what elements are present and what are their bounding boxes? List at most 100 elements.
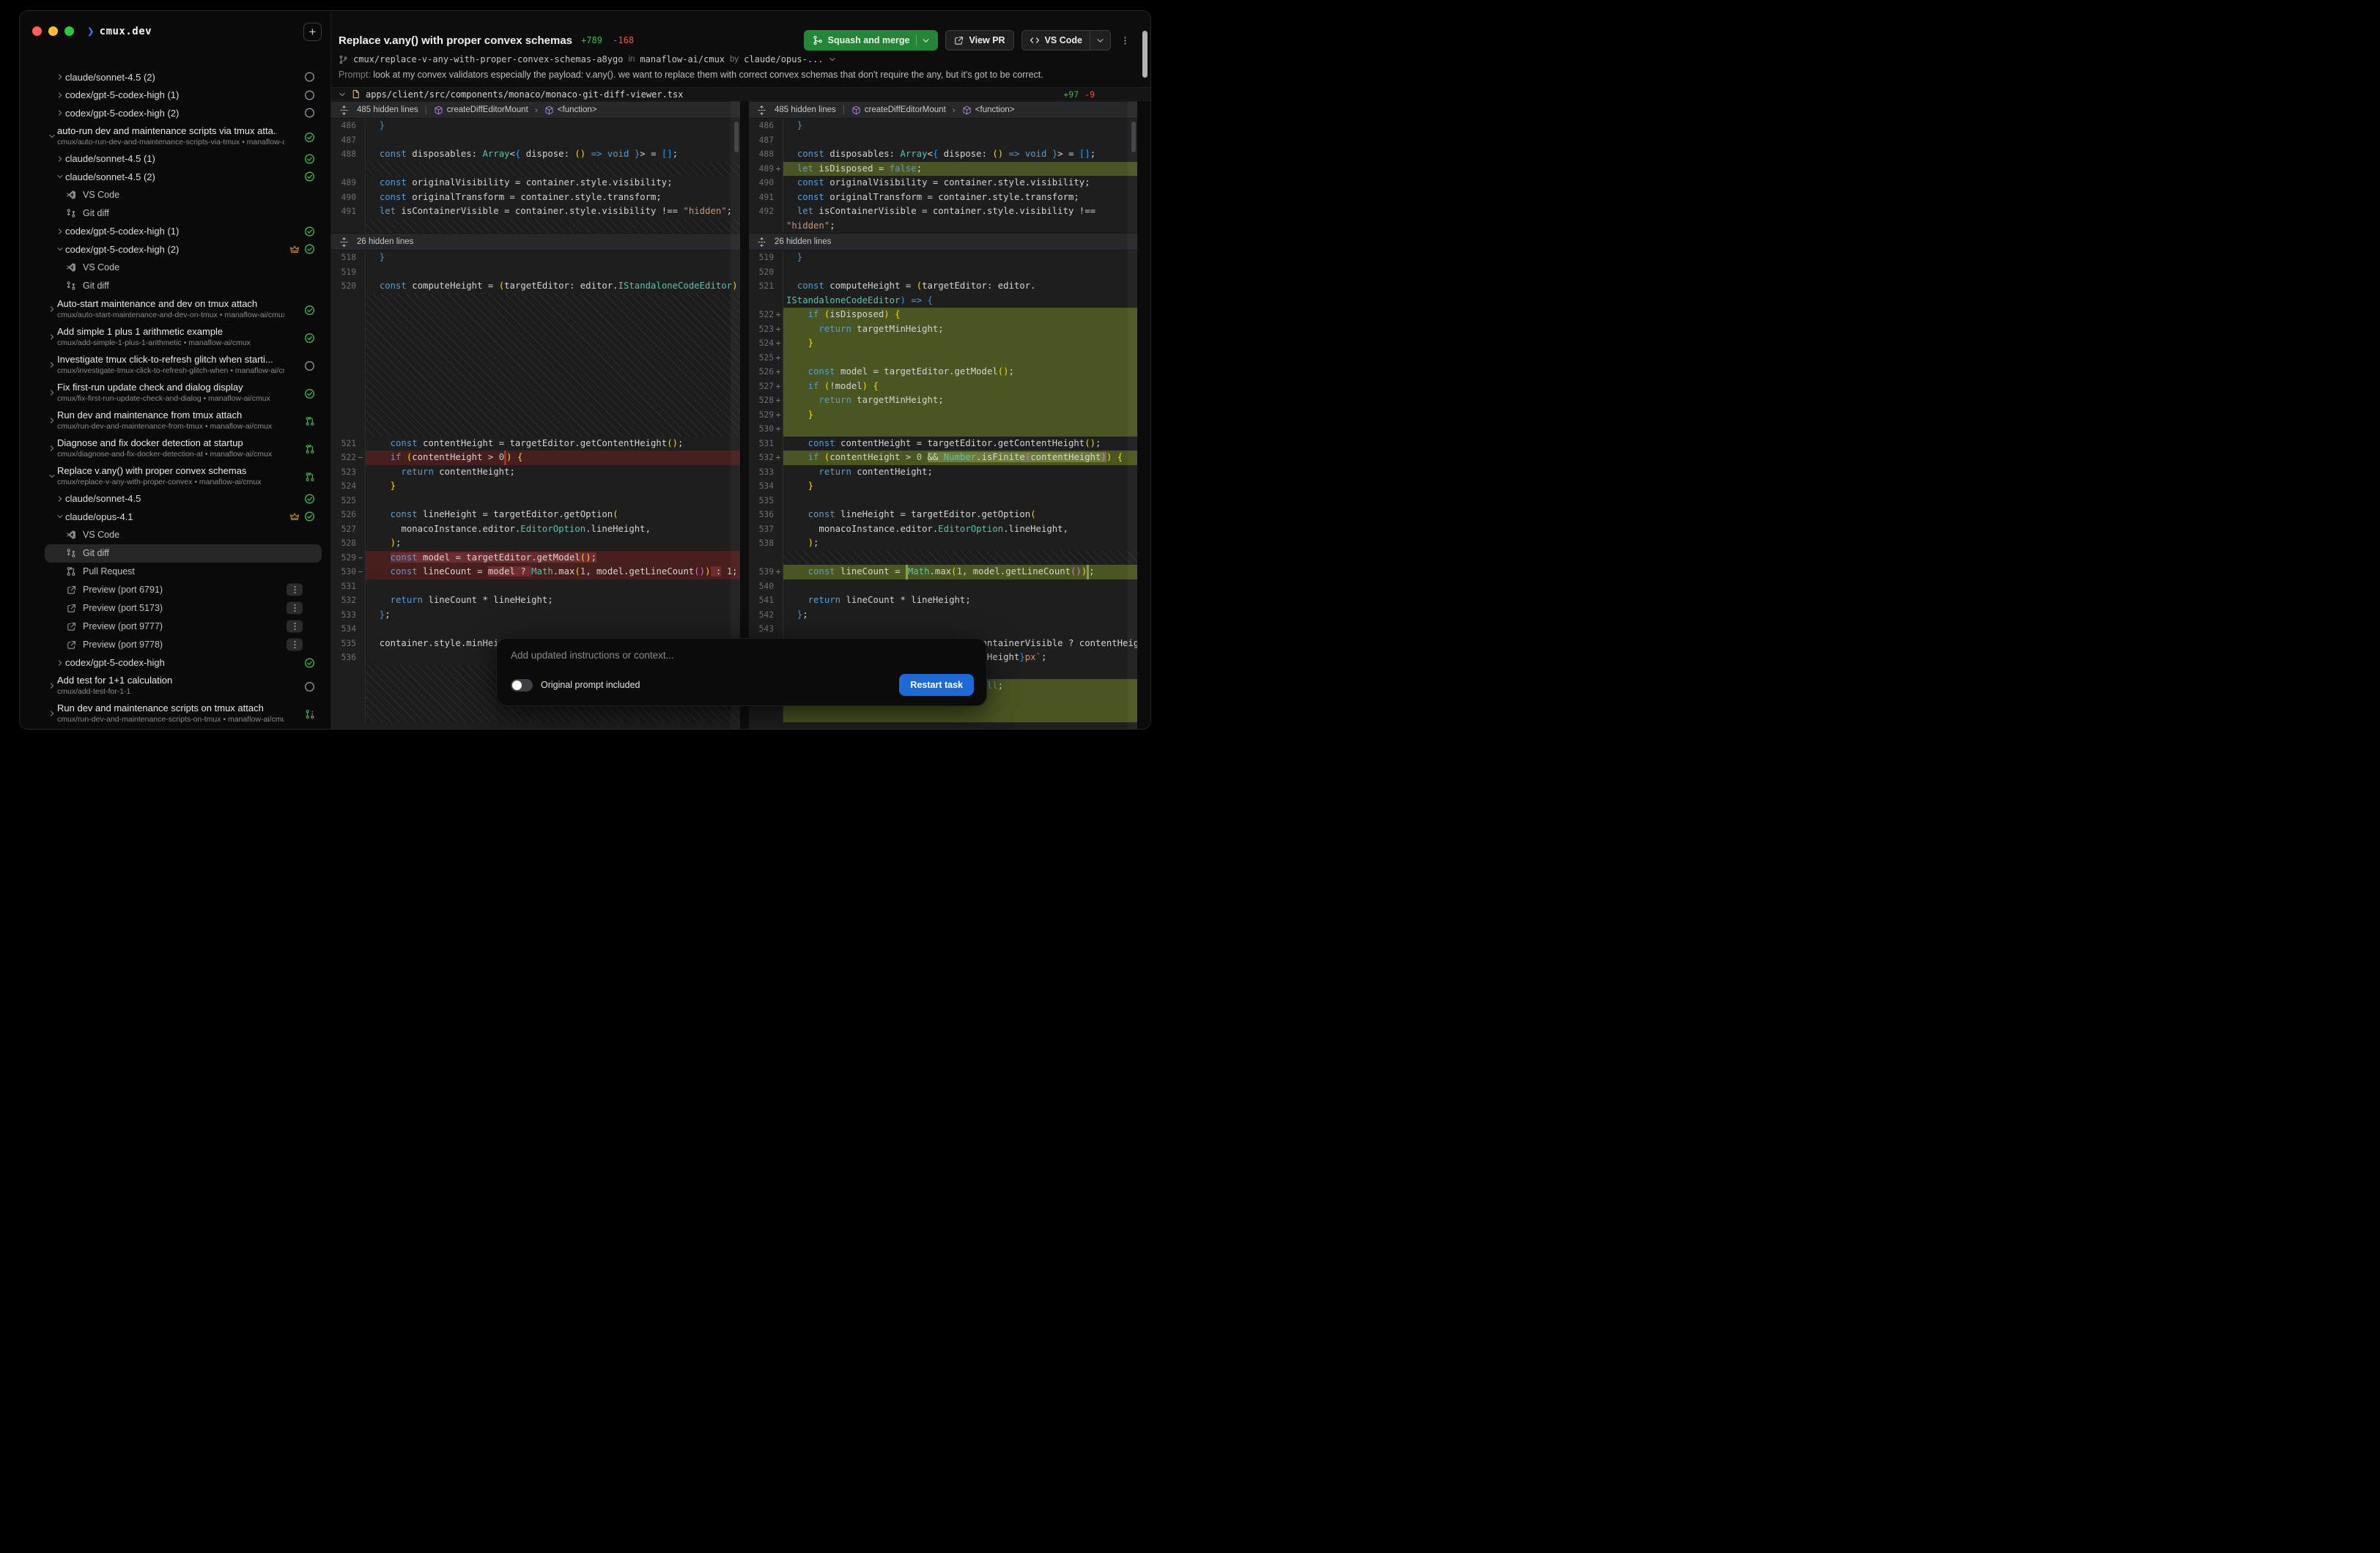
- window-scrollbar-track[interactable]: [1137, 101, 1150, 729]
- more-options-button[interactable]: [287, 584, 303, 596]
- chevron-down-icon[interactable]: [56, 513, 64, 520]
- close-button[interactable]: [32, 26, 42, 36]
- header-more-button[interactable]: [1118, 36, 1131, 45]
- original-prompt-toggle[interactable]: [511, 679, 533, 692]
- chevron-right-icon[interactable]: [56, 73, 64, 81]
- editor-scrollbar-thumb[interactable]: [1131, 122, 1136, 152]
- sidebar-branch-item[interactable]: claude/sonnet-4.5 (2): [20, 68, 330, 86]
- sidebar-branch-item[interactable]: claude/sonnet-4.5 (1): [20, 150, 330, 168]
- chevron-right-icon[interactable]: [56, 92, 64, 99]
- sidebar-tool-item-preview-port-5173-[interactable]: Preview (port 5173): [45, 599, 322, 618]
- code-text: return targetMinHeight;: [783, 322, 1137, 337]
- view-pr-button[interactable]: View PR: [945, 30, 1013, 51]
- sidebar-task-item[interactable]: Auto-start maintenance and dev on tmux a…: [20, 295, 330, 323]
- sidebar-branch-item[interactable]: codex/gpt-5-codex-high (2): [20, 240, 330, 259]
- sidebar-task-item[interactable]: Run dev and maintenance from tmux attach…: [20, 407, 330, 434]
- merge-options-chevron[interactable]: [916, 34, 935, 46]
- sidebar-task-item[interactable]: Investigate tmux click-to-refresh glitch…: [20, 351, 330, 379]
- diff-line: 490 const originalVisibility = container…: [749, 176, 1137, 190]
- diff-pane-original[interactable]: 485 hidden lines|createDiffEditorMount›<…: [331, 101, 740, 729]
- restart-task-button[interactable]: Restart task: [899, 674, 974, 696]
- chevron-right-icon[interactable]: [56, 659, 64, 667]
- diff-pane-modified[interactable]: 485 hidden lines|createDiffEditorMount›<…: [749, 101, 1137, 729]
- sidebar-task-item[interactable]: Add simple 1 plus 1 arithmetic example c…: [20, 323, 330, 351]
- sidebar-task-item[interactable]: Replace v.any() with proper convex schem…: [20, 462, 330, 490]
- chevron-right-icon[interactable]: [48, 305, 56, 313]
- breadcrumb-symbol[interactable]: createDiffEditorMount: [434, 105, 528, 115]
- chevron-right-icon[interactable]: [56, 495, 64, 503]
- sidebar-branch-item[interactable]: claude/sonnet-4.5: [20, 490, 330, 508]
- sidebar-branch-item[interactable]: codex/gpt-5-codex-high (1): [20, 86, 330, 105]
- chevron-right-icon[interactable]: [48, 710, 56, 717]
- sidebar-tool-item-vs-code[interactable]: VS Code: [45, 186, 322, 204]
- sidebar-tool-item-pull-request[interactable]: Pull Request: [45, 563, 322, 581]
- chevron-right-icon[interactable]: [48, 361, 56, 368]
- sidebar-tool-item-vs-code[interactable]: VS Code: [45, 526, 322, 544]
- more-options-button[interactable]: [287, 620, 303, 633]
- breadcrumb-symbol[interactable]: createDiffEditorMount: [851, 105, 946, 115]
- sidebar-task-item[interactable]: Run dev and maintenance scripts on tmux …: [20, 700, 330, 727]
- diff-sign: [774, 479, 783, 494]
- diff-sign: [774, 294, 783, 308]
- sidebar-tool-item-git-diff[interactable]: Git diff: [45, 204, 322, 223]
- sidebar-branch-item[interactable]: codex/gpt-5-codex-high (1): [20, 223, 330, 241]
- sidebar-tool-item-preview-port-9778-[interactable]: Preview (port 9778): [45, 636, 322, 654]
- pane-divider[interactable]: [740, 101, 749, 729]
- diff-line: 531: [331, 579, 740, 594]
- window-scrollbar-thumb[interactable]: [1142, 31, 1148, 78]
- more-options-button[interactable]: [287, 602, 303, 615]
- code-text: [783, 265, 1137, 280]
- chevron-down-icon[interactable]: [48, 472, 56, 480]
- diff-sign: [356, 593, 365, 608]
- squash-and-merge-button[interactable]: Squash and merge: [804, 30, 939, 51]
- chevron-right-icon[interactable]: [56, 109, 64, 116]
- sidebar-branch-item[interactable]: claude/opus-4.1: [20, 508, 330, 526]
- instructions-input[interactable]: Add updated instructions or context...: [511, 650, 974, 661]
- sidebar-tool-item-vs-code[interactable]: VS Code: [45, 259, 322, 277]
- sidebar-tool-item-preview-port-6791-[interactable]: Preview (port 6791): [45, 581, 322, 599]
- breadcrumb-symbol[interactable]: <function>: [544, 105, 597, 115]
- vscode-options-chevron[interactable]: [1090, 31, 1110, 51]
- sidebar-tool-item-preview-port-9777-[interactable]: Preview (port 9777): [45, 618, 322, 636]
- chevron-right-icon[interactable]: [56, 228, 64, 235]
- chevron-down-icon[interactable]: [339, 91, 346, 98]
- hidden-lines-bar[interactable]: 26 hidden lines: [749, 233, 1137, 251]
- more-options-button[interactable]: [287, 639, 303, 651]
- line-number: 540: [749, 579, 774, 594]
- sidebar-branch-item[interactable]: codex/gpt-5-codex-high: [20, 654, 330, 672]
- sidebar-branch-item[interactable]: claude/sonnet-4.5 (2): [20, 168, 330, 186]
- chevron-down-icon[interactable]: [48, 133, 56, 140]
- vscode-button[interactable]: VS Code: [1021, 30, 1111, 51]
- sidebar-tool-item-git-diff[interactable]: Git diff: [45, 277, 322, 295]
- code-text: [783, 494, 1137, 508]
- diff-sign: [774, 622, 783, 637]
- new-task-button[interactable]: +: [303, 23, 322, 41]
- chevron-down-icon[interactable]: [56, 245, 64, 253]
- chevron-down-icon[interactable]: [829, 56, 836, 63]
- sidebar-task-item[interactable]: Add test for 1+1 calculation cmux/add-te…: [20, 672, 330, 700]
- editor-scrollbar-thumb[interactable]: [734, 122, 739, 152]
- minimize-button[interactable]: [48, 26, 58, 36]
- agent-selector[interactable]: claude/opus-...: [744, 54, 823, 64]
- chevron-down-icon[interactable]: [56, 173, 64, 180]
- sidebar-task-item[interactable]: auto-run dev and maintenance scripts via…: [20, 122, 330, 150]
- chevron-right-icon[interactable]: [48, 445, 56, 452]
- breadcrumb-symbol[interactable]: <function>: [962, 105, 1015, 115]
- file-header[interactable]: apps/client/src/components/monaco/monaco…: [331, 87, 1150, 101]
- hidden-lines-bar[interactable]: 485 hidden lines|createDiffEditorMount›<…: [331, 101, 740, 119]
- chevron-right-icon[interactable]: [48, 333, 56, 341]
- chevron-right-icon[interactable]: [48, 389, 56, 396]
- chevron-right-icon[interactable]: [48, 417, 56, 424]
- hidden-lines-bar[interactable]: 485 hidden lines|createDiffEditorMount›<…: [749, 101, 1137, 119]
- chevron-right-icon[interactable]: [56, 155, 64, 163]
- task-subtitle: cmux/run-dev-and-maintenance-scripts-on-…: [57, 715, 284, 724]
- sidebar-task-item[interactable]: Fix first-run update check and dialog di…: [20, 379, 330, 407]
- chevron-right-icon[interactable]: [48, 682, 56, 689]
- hidden-lines-bar[interactable]: 26 hidden lines: [331, 233, 740, 251]
- sidebar-tool-item-git-diff[interactable]: Git diff: [45, 544, 322, 563]
- sidebar-branch-item[interactable]: codex/gpt-5-codex-high (2): [20, 104, 330, 122]
- line-number: 539: [749, 565, 774, 579]
- sidebar-task-item[interactable]: Diagnose and fix docker detection at sta…: [20, 434, 330, 462]
- git-compare-icon: [66, 548, 76, 558]
- zoom-button[interactable]: [64, 26, 74, 36]
